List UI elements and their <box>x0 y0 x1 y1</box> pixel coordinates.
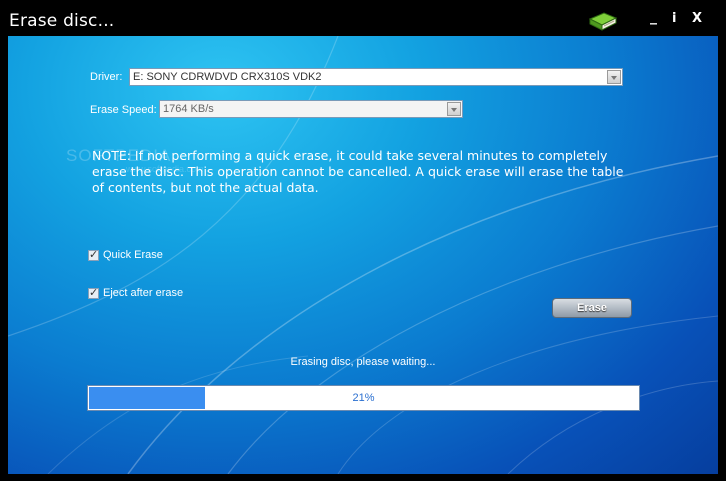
chevron-down-icon[interactable] <box>447 102 461 116</box>
progress-percent: 21% <box>352 392 375 404</box>
erase-speed-label: Erase Speed: <box>90 104 157 116</box>
driver-label: Driver: <box>90 71 123 83</box>
erase-button[interactable]: Erase <box>552 298 632 318</box>
eject-after-erase-checkbox[interactable]: ✓ <box>88 286 99 299</box>
driver-select[interactable]: E: SONY CDRWDVD CRX310S VDK2 <box>129 68 623 86</box>
book-icon <box>588 12 618 31</box>
quick-erase-checkbox[interactable]: ✓ <box>88 248 99 261</box>
minimize-button[interactable]: _ <box>650 9 657 25</box>
eject-after-erase-label[interactable]: Eject after erase <box>103 287 183 299</box>
info-button[interactable]: i <box>672 11 676 26</box>
window-title: Erase disc... <box>9 11 115 31</box>
status-text: Erasing disc, please waiting... <box>290 356 436 368</box>
chevron-down-icon[interactable] <box>607 70 621 84</box>
erase-speed-value: 1764 KB/s <box>163 103 214 115</box>
erase-disc-window: Erase disc... _ i X Driver: E: SONY CDRW… <box>0 0 726 481</box>
checkmark-icon: ✓ <box>89 248 99 261</box>
checkmark-icon: ✓ <box>89 286 99 299</box>
erase-speed-select[interactable]: 1764 KB/s <box>159 100 463 118</box>
progress-bar: 21% <box>87 385 640 411</box>
quick-erase-label[interactable]: Quick Erase <box>103 249 163 261</box>
title-bar[interactable]: Erase disc... _ i X <box>0 0 726 36</box>
dialog-content: Driver: E: SONY CDRWDVD CRX310S VDK2 Era… <box>8 36 718 474</box>
close-button[interactable]: X <box>692 11 702 26</box>
driver-value: E: SONY CDRWDVD CRX310S VDK2 <box>133 71 322 83</box>
erase-note: NOTE: If not performing a quick erase, i… <box>92 148 624 195</box>
